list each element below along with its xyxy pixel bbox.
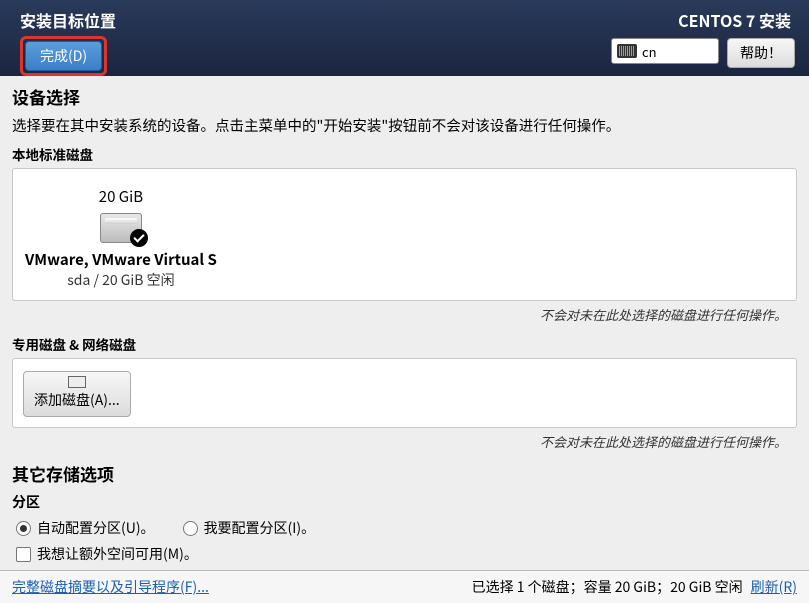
extra-space-option[interactable]: 我想让额外空间可用(M)。 bbox=[16, 544, 198, 564]
add-disk-button[interactable]: 添加磁盘(A)... bbox=[23, 371, 131, 417]
other-storage-title: 其它存储选项 bbox=[12, 461, 797, 486]
page-title: 安装目标位置 bbox=[20, 8, 116, 32]
disk-icon-wrap bbox=[100, 213, 142, 243]
manual-partition-option[interactable]: 我要配置分区(I)。 bbox=[183, 518, 316, 538]
refresh-link[interactable]: 刷新(R) bbox=[751, 577, 797, 597]
keyboard-icon bbox=[617, 44, 637, 58]
radio-icon bbox=[16, 521, 31, 536]
special-disks-note: 不会对未在此处选择的磁盘进行任何操作。 bbox=[12, 432, 787, 451]
installer-title: CENTOS 7 安装 bbox=[678, 8, 791, 32]
device-select-desc: 选择要在其中安装系统的设备。点击主菜单中的"开始安装"按钮前不会对该设备进行任何… bbox=[12, 115, 797, 136]
full-disk-summary-link[interactable]: 完整磁盘摘要以及引导程序(F)... bbox=[12, 577, 209, 597]
partition-title: 分区 bbox=[12, 492, 797, 512]
check-icon bbox=[130, 229, 148, 247]
disk-size: 20 GiB bbox=[99, 186, 143, 207]
local-disks-note: 不会对未在此处选择的磁盘进行任何操作。 bbox=[12, 305, 787, 324]
extra-space-label: 我想让额外空间可用(M)。 bbox=[37, 544, 198, 564]
disk-name: VMware, VMware Virtual S bbox=[25, 249, 217, 270]
keyboard-layout-selector[interactable]: cn bbox=[611, 38, 719, 64]
local-disks-title: 本地标准磁盘 bbox=[12, 144, 797, 164]
add-disk-label: 添加磁盘(A)... bbox=[34, 390, 120, 410]
done-highlight: 完成(D) bbox=[20, 36, 107, 76]
special-disks-panel: 添加磁盘(A)... bbox=[12, 358, 797, 428]
footer-bar: 完整磁盘摘要以及引导程序(F)... 已选择 1 个磁盘；容量 20 GiB；2… bbox=[0, 570, 809, 603]
checkbox-icon bbox=[16, 547, 31, 562]
done-button[interactable]: 完成(D) bbox=[25, 41, 102, 71]
selection-status: 已选择 1 个磁盘；容量 20 GiB；20 GiB 空闲 bbox=[472, 577, 743, 597]
auto-partition-label: 自动配置分区(U)。 bbox=[37, 518, 155, 538]
radio-icon bbox=[183, 521, 198, 536]
help-button[interactable]: 帮助！ bbox=[727, 38, 795, 68]
keyboard-layout-label: cn bbox=[642, 42, 657, 61]
drive-icon bbox=[68, 376, 86, 388]
auto-partition-option[interactable]: 自动配置分区(U)。 bbox=[16, 518, 155, 538]
local-disks-panel: 20 GiB VMware, VMware Virtual S sda / 20… bbox=[12, 168, 797, 301]
special-disks-title: 专用磁盘 & 网络磁盘 bbox=[12, 334, 797, 354]
disk-item[interactable]: 20 GiB VMware, VMware Virtual S sda / 20… bbox=[25, 186, 217, 290]
manual-partition-label: 我要配置分区(I)。 bbox=[204, 518, 316, 538]
device-select-title: 设备选择 bbox=[12, 84, 797, 109]
disk-detail: sda / 20 GiB 空闲 bbox=[67, 270, 174, 290]
